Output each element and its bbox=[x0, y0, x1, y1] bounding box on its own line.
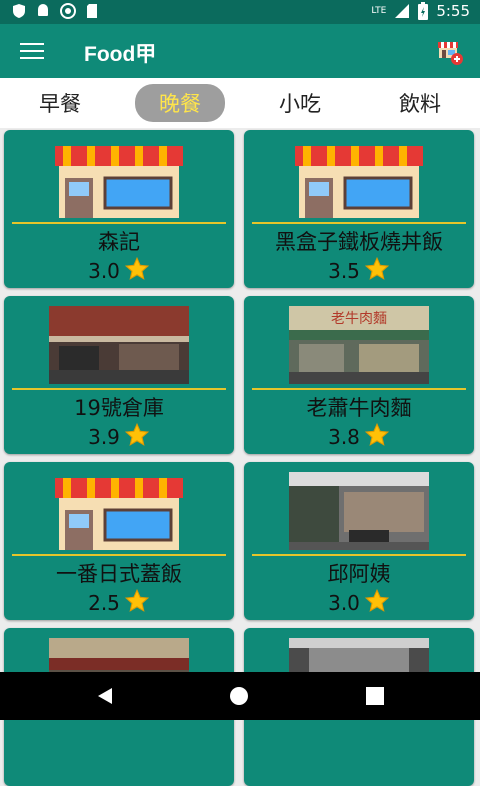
home-icon[interactable] bbox=[229, 686, 249, 706]
star-icon bbox=[364, 256, 390, 280]
card-divider bbox=[12, 554, 226, 556]
restaurant-card[interactable]: 邱阿姨 3.0 bbox=[244, 462, 474, 620]
add-store-icon[interactable] bbox=[436, 38, 464, 66]
signal-icon bbox=[395, 4, 410, 18]
restaurant-card[interactable]: 老牛肉麵 老蕭牛肉麵 3.8 bbox=[244, 296, 474, 454]
restaurant-name: 19號倉庫 bbox=[74, 396, 164, 420]
star-icon bbox=[364, 588, 390, 612]
restaurant-card[interactable]: 森記 3.0 bbox=[4, 130, 234, 288]
back-icon[interactable] bbox=[96, 686, 114, 706]
restaurant-rating: 3.5 bbox=[244, 256, 474, 283]
system-icons: LTE 5:55 bbox=[371, 2, 470, 20]
storefront-illustration bbox=[55, 146, 183, 218]
rating-value: 3.5 bbox=[328, 259, 360, 283]
clock: 5:55 bbox=[436, 2, 470, 20]
network-type: LTE bbox=[371, 6, 387, 16]
shop-sign-text: 老牛肉麵 bbox=[331, 311, 387, 327]
app-title: Food甲 bbox=[84, 43, 157, 66]
restaurant-card[interactable]: 19號倉庫 3.9 bbox=[4, 296, 234, 454]
restaurant-rating: 3.9 bbox=[4, 422, 234, 449]
storefront-illustration bbox=[295, 146, 423, 218]
star-icon bbox=[124, 256, 150, 280]
recents-icon[interactable] bbox=[366, 687, 384, 705]
android-icon bbox=[38, 4, 48, 16]
rating-value: 3.9 bbox=[88, 425, 120, 449]
restaurant-photo bbox=[49, 306, 189, 384]
rating-value: 2.5 bbox=[88, 591, 120, 615]
restaurant-rating: 2.5 bbox=[4, 588, 234, 615]
category-tabs: 早餐 晚餐 小吃 飲料 bbox=[0, 78, 480, 128]
battery-icon bbox=[418, 2, 429, 20]
app-bar: Food甲 bbox=[0, 24, 480, 78]
restaurant-name: 邱阿姨 bbox=[327, 562, 391, 586]
star-icon bbox=[124, 588, 150, 612]
card-divider bbox=[12, 388, 226, 390]
tab-breakfast[interactable]: 早餐 bbox=[15, 84, 105, 122]
card-divider bbox=[252, 554, 466, 556]
restaurant-rating: 3.8 bbox=[244, 422, 474, 449]
restaurant-photo: 老牛肉麵 bbox=[289, 306, 429, 384]
rating-value: 3.8 bbox=[328, 425, 360, 449]
menu-icon[interactable] bbox=[20, 43, 44, 59]
shield-icon bbox=[13, 4, 25, 18]
status-bar: LTE 5:55 bbox=[0, 0, 480, 24]
tab-drinks[interactable]: 飲料 bbox=[375, 84, 465, 122]
navigation-bar bbox=[0, 672, 480, 720]
restaurant-name: 老蕭牛肉麵 bbox=[306, 396, 412, 420]
sd-card-icon bbox=[87, 4, 97, 18]
restaurant-name: 黑盒子鐵板燒丼飯 bbox=[275, 230, 443, 254]
restaurant-rating: 3.0 bbox=[4, 256, 234, 283]
restaurant-name: 森記 bbox=[98, 230, 140, 254]
sync-icon bbox=[60, 3, 76, 19]
notification-icons bbox=[12, 3, 98, 19]
restaurant-name: 一番日式蓋飯 bbox=[56, 562, 182, 586]
tab-snacks[interactable]: 小吃 bbox=[255, 84, 345, 122]
restaurant-card[interactable]: 一番日式蓋飯 2.5 bbox=[4, 462, 234, 620]
star-icon bbox=[124, 422, 150, 446]
rating-value: 3.0 bbox=[328, 591, 360, 615]
restaurant-rating: 3.0 bbox=[244, 588, 474, 615]
star-icon bbox=[364, 422, 390, 446]
card-divider bbox=[12, 222, 226, 224]
restaurant-card[interactable]: 黑盒子鐵板燒丼飯 3.5 bbox=[244, 130, 474, 288]
tab-dinner[interactable]: 晚餐 bbox=[135, 84, 225, 122]
rating-value: 3.0 bbox=[88, 259, 120, 283]
storefront-illustration bbox=[55, 478, 183, 550]
card-divider bbox=[252, 222, 466, 224]
restaurant-photo bbox=[289, 472, 429, 550]
card-divider bbox=[252, 388, 466, 390]
